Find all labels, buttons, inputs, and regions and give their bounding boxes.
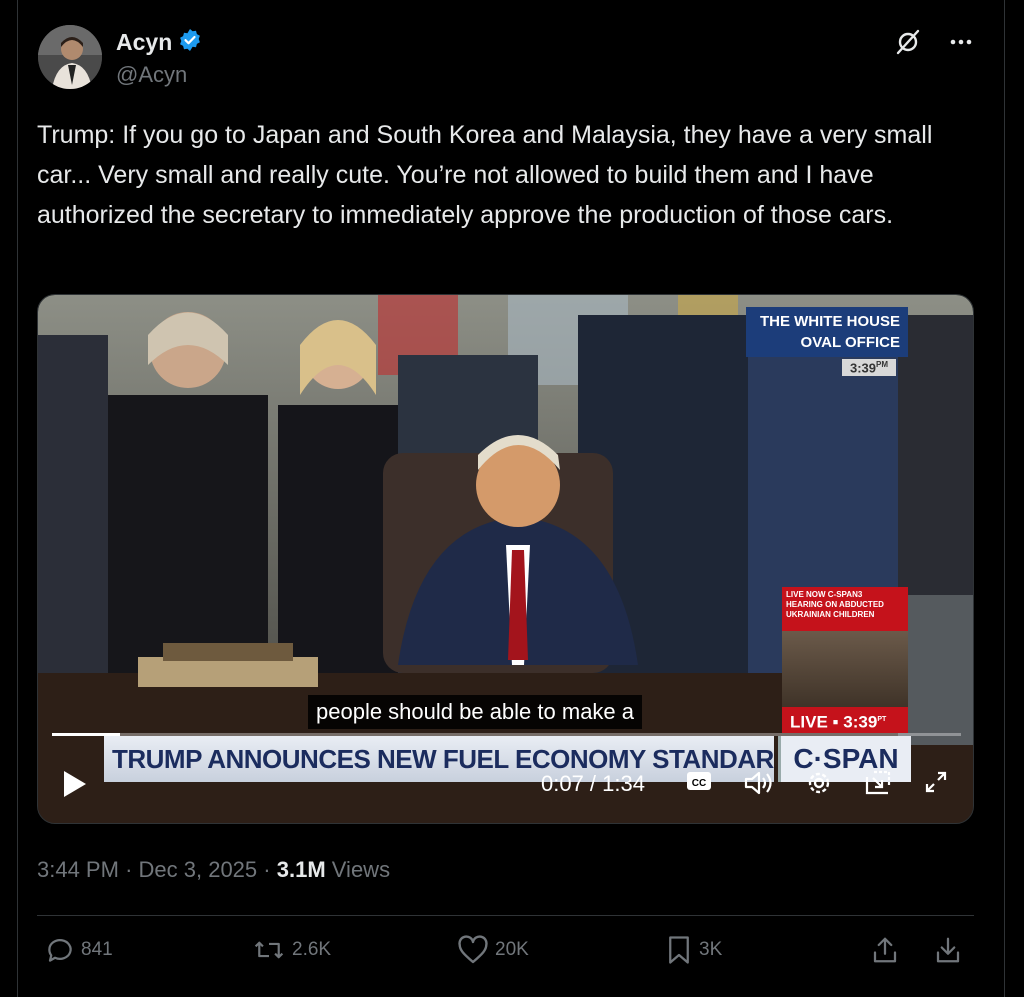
reply-count: 841 [81,939,113,960]
video-player[interactable]: THE WHITE HOUSE OVAL OFFICE 3:39PM LIVE … [37,294,974,824]
repost-icon [254,941,284,959]
tweet-time[interactable]: 3:44 PM [37,857,119,882]
pip-header: LIVE NOW C-SPAN3 HEARING ON ABDUCTED UKR… [782,587,908,631]
author-handle[interactable]: @Acyn [116,62,187,88]
author-name[interactable]: Acyn [116,29,172,56]
location-badge-time: 3:39PM [842,359,897,377]
picture-in-picture-icon[interactable] [864,769,892,802]
pip-line2: HEARING ON ABDUCTED [786,600,884,609]
closed-captions-icon[interactable]: CC [686,769,712,798]
location-badge: THE WHITE HOUSE OVAL OFFICE [746,307,908,357]
verified-badge-icon [178,28,202,57]
bookmark-icon [669,936,689,964]
heart-icon [458,935,488,964]
badge-time-suffix: PM [876,360,889,369]
progress-fill [52,733,121,736]
tweet-actions: 841 2.6K 20K 3K [37,935,974,979]
tweet-date[interactable]: Dec 3, 2025 [139,857,258,882]
avatar[interactable] [38,25,102,89]
download-button[interactable] [932,935,964,965]
volume-icon[interactable] [743,769,775,802]
location-badge-line1: THE WHITE HOUSE [759,313,900,330]
live-label: LIVE [790,712,828,732]
live-dot-icon: ▪ [832,712,844,732]
cc-label: CC [692,778,706,789]
live-time-suffix: PT [877,716,887,723]
author-name-row[interactable]: Acyn [116,28,202,57]
share-icon [873,937,897,963]
more-options-icon[interactable] [948,29,974,60]
share-button[interactable] [870,935,900,965]
views-count: 3.1M [276,857,326,882]
bookmark-button[interactable]: 3K [665,935,722,965]
fullscreen-icon[interactable] [923,769,949,800]
reply-icon [48,939,72,962]
tweet-text: Trump: If you go to Japan and South Kore… [37,121,933,229]
badge-time: 3:39 [850,360,877,376]
video-time: 0:07 / 1:34 [541,771,645,796]
tweet-meta: 3:44 PM · Dec 3, 2025 · 3.1M Views [37,857,391,882]
tweet-header-actions [894,28,974,61]
repost-button[interactable]: 2.6K [252,935,331,965]
video-caption: people should be able to make a [308,695,643,729]
settings-gear-icon[interactable] [805,769,833,802]
progress-bar[interactable] [52,733,961,736]
repost-count: 2.6K [292,939,332,960]
pip-line3: UKRAINIAN CHILDREN [786,610,875,619]
live-bar: LIVE ▪ 3:39PT [782,707,908,733]
divider [37,915,974,916]
like-button[interactable]: 20K [457,935,529,965]
download-icon [936,937,960,963]
like-count: 20K [495,939,529,960]
pip-line1: LIVE NOW C-SPAN3 [786,590,863,599]
grok-icon[interactable] [894,28,922,61]
pip-video [782,631,908,707]
location-badge-line2: OVAL OFFICE [800,334,900,351]
live-time: 3:39 [843,712,878,732]
bookmark-count: 3K [699,939,723,960]
reply-button[interactable]: 841 [45,935,113,965]
play-icon[interactable] [62,769,88,804]
views-label: Views [331,857,391,882]
video-controls: 0:07 / 1:34 CC [38,751,973,823]
